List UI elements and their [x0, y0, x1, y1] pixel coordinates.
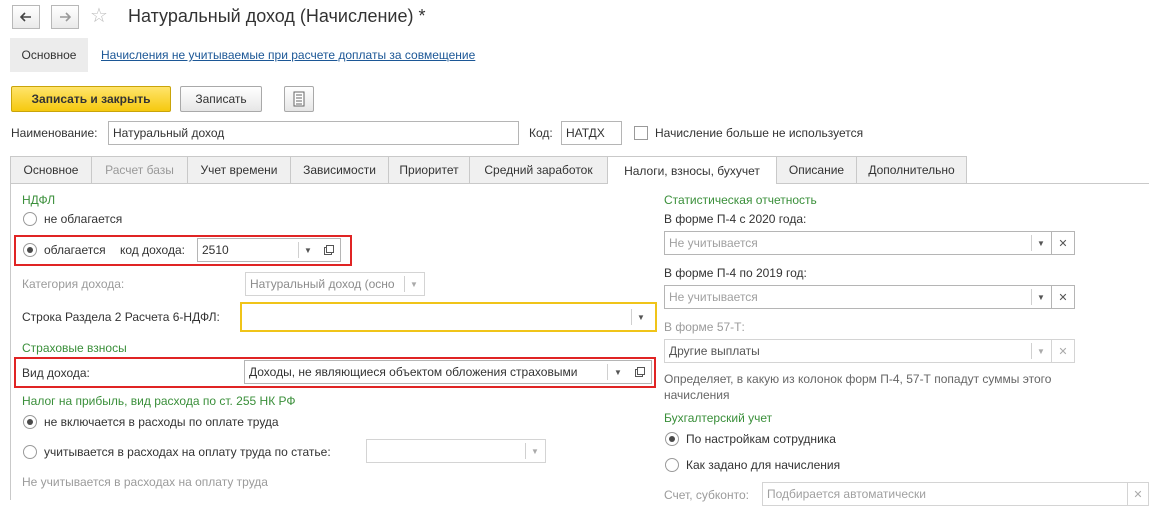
chevron-down-icon[interactable]: ▼	[298, 239, 318, 261]
account-placeholder: Подбирается автоматически	[767, 487, 926, 501]
code-input[interactable]: НАТДХ	[561, 121, 622, 145]
code-label: Код:	[529, 126, 553, 140]
p4-2020-select[interactable]: Не учитывается ▼	[664, 231, 1052, 255]
tab-average-earnings[interactable]: Средний заработок	[469, 156, 608, 183]
tab-divider	[10, 183, 1149, 184]
income-type-value: Доходы, не являющиеся объектом обложения…	[249, 365, 578, 379]
profit-tax-header: Налог на прибыль, вид расхода по ст. 255…	[22, 394, 296, 408]
income-category-value: Натуральный доход (осно	[250, 277, 395, 291]
by-employee-radio[interactable]	[665, 432, 679, 446]
tab-base-calculation[interactable]: Расчет базы	[91, 156, 188, 183]
insurance-header: Страховые взносы	[22, 341, 127, 355]
tab-main[interactable]: Основное	[10, 156, 92, 183]
page-title: Натуральный доход (Начисление) *	[128, 6, 426, 26]
unused-label: Начисление больше не используется	[655, 126, 864, 140]
p4-2020-placeholder: Не учитывается	[669, 236, 758, 250]
row-6ndfl-select[interactable]: ▼	[240, 302, 657, 332]
income-code-input[interactable]: 2510 ▼	[197, 238, 341, 262]
tab-additional[interactable]: Дополнительно	[856, 156, 967, 183]
tab-priority[interactable]: Приоритет	[388, 156, 470, 183]
close-icon: ✕	[1058, 237, 1068, 250]
save-and-close-button[interactable]: Записать и закрыть	[11, 86, 171, 112]
accounting-header: Бухгалтерский учет	[664, 411, 773, 425]
income-type-label: Вид дохода:	[22, 366, 90, 380]
stat-header: Статистическая отчетность	[664, 193, 817, 207]
name-input[interactable]: Натуральный доход	[108, 121, 519, 145]
p4-2019-placeholder: Не учитывается	[669, 290, 758, 304]
income-category-select[interactable]: Натуральный доход (осно ▼	[245, 272, 425, 296]
p4-2019-select[interactable]: Не учитывается ▼	[664, 285, 1052, 309]
income-code-value: 2510	[202, 243, 229, 257]
chevron-down-icon[interactable]: ▼	[1031, 340, 1051, 362]
form57-select[interactable]: Другие выплаты ▼	[664, 339, 1052, 363]
account-clear-button[interactable]: ✕	[1127, 482, 1149, 506]
included-label: учитывается в расходах на оплату труда п…	[44, 445, 331, 459]
tab-taxes[interactable]: Налоги, взносы, бухучет	[607, 156, 777, 184]
close-icon: ✕	[1058, 345, 1068, 358]
p4-2019-clear-button[interactable]: ✕	[1051, 285, 1075, 309]
star-icon[interactable]: ☆	[90, 6, 108, 26]
expense-article-select[interactable]: ▼	[366, 439, 546, 463]
ndfl-header: НДФЛ	[22, 193, 56, 207]
not-included-radio[interactable]	[23, 415, 37, 429]
taxed-radio[interactable]	[23, 243, 37, 257]
included-radio[interactable]	[23, 445, 37, 459]
account-select[interactable]: Подбирается автоматически	[762, 482, 1128, 506]
report-button[interactable]	[284, 86, 314, 112]
chevron-down-icon[interactable]: ▼	[1031, 286, 1051, 308]
forward-button[interactable]	[51, 5, 79, 29]
document-list-icon	[293, 91, 305, 107]
row-6ndfl-label: Строка Раздела 2 Расчета 6-НДФЛ:	[22, 310, 220, 324]
by-employee-label: По настройкам сотрудника	[686, 432, 836, 446]
stat-note: Определяет, в какую из колонок форм П-4,…	[664, 372, 1052, 402]
chevron-down-icon[interactable]: ▼	[608, 361, 628, 383]
form57-clear-button[interactable]: ✕	[1051, 339, 1075, 363]
not-counted-note: Не учитывается в расходах на оплату труд…	[22, 475, 268, 489]
not-taxed-radio[interactable]	[23, 212, 37, 226]
as-set-radio[interactable]	[665, 458, 679, 472]
nav-link-excluded-accruals[interactable]: Начисления не учитываемые при расчете до…	[101, 48, 475, 62]
close-icon: ✕	[1133, 488, 1143, 501]
panel-border	[10, 183, 11, 500]
not-taxed-label: не облагается	[44, 212, 123, 226]
unused-checkbox[interactable]	[634, 126, 648, 140]
chevron-down-icon[interactable]: ▼	[525, 440, 545, 462]
open-icon[interactable]	[630, 361, 650, 383]
nav-main[interactable]: Основное	[10, 38, 88, 72]
save-button[interactable]: Записать	[180, 86, 262, 112]
chevron-down-icon[interactable]: ▼	[1031, 232, 1051, 254]
tab-time-accounting[interactable]: Учет времени	[187, 156, 291, 183]
p4-2020-clear-button[interactable]: ✕	[1051, 231, 1075, 255]
arrow-right-icon	[60, 12, 71, 22]
income-category-label: Категория дохода:	[22, 277, 125, 291]
income-type-select[interactable]: Доходы, не являющиеся объектом обложения…	[244, 360, 652, 384]
income-code-label: код дохода:	[120, 243, 185, 257]
arrow-left-icon	[20, 12, 31, 22]
chevron-down-icon[interactable]: ▼	[631, 304, 651, 330]
p4-2019-label: В форме П-4 по 2019 год:	[664, 266, 807, 280]
tab-description[interactable]: Описание	[776, 156, 857, 183]
name-label: Наименование:	[11, 126, 98, 140]
as-set-label: Как задано для начисления	[686, 458, 841, 472]
chevron-down-icon[interactable]: ▼	[404, 273, 424, 295]
form57-label: В форме 57-Т:	[664, 320, 745, 334]
tab-dependencies[interactable]: Зависимости	[290, 156, 389, 183]
not-included-label: не включается в расходы по оплате труда	[44, 415, 279, 429]
open-icon[interactable]	[319, 239, 339, 261]
taxed-label: облагается	[44, 243, 106, 257]
p4-2020-label: В форме П-4 с 2020 года:	[664, 212, 807, 226]
form57-value: Другие выплаты	[669, 344, 760, 358]
back-button[interactable]	[12, 5, 40, 29]
close-icon: ✕	[1058, 291, 1068, 304]
